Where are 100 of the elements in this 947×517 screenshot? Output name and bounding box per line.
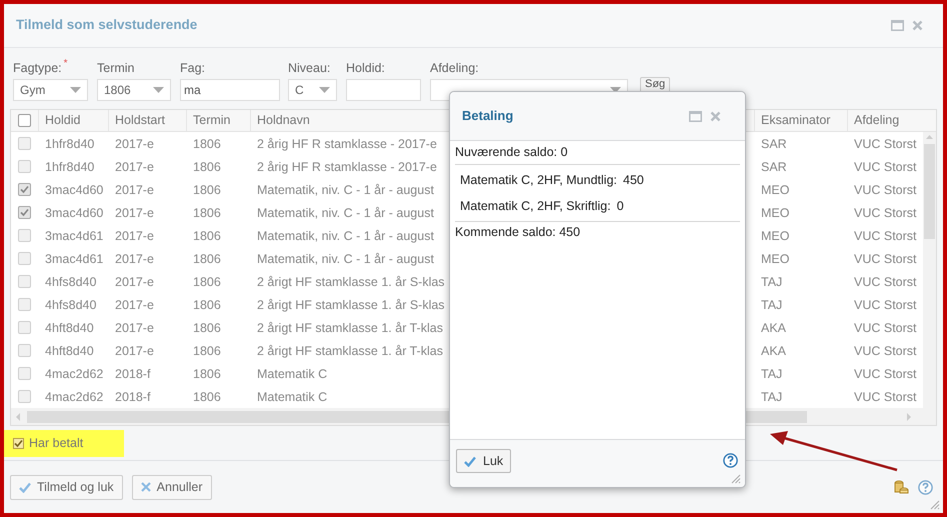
field-label: Fagtype: — [13, 60, 62, 77]
caret-icon — [70, 87, 81, 93]
table-cell: 1806 — [193, 390, 221, 404]
table-cell: 2 årigt HF stamklasse 1. år T-klas — [257, 344, 443, 358]
table-cell: Matematik, niv. C - 1 år - august — [257, 182, 434, 196]
checkbox[interactable] — [18, 114, 31, 127]
help-icon[interactable] — [918, 480, 933, 494]
resize-grip-icon[interactable] — [930, 500, 940, 510]
column-header[interactable]: Holdid — [38, 110, 108, 131]
close-icon[interactable] — [912, 20, 923, 31]
checkbox[interactable] — [18, 183, 31, 196]
checkbox[interactable] — [18, 206, 31, 219]
table-cell: Matematik C — [257, 366, 328, 380]
table-cell: 2017-e — [115, 228, 154, 242]
table-cell: TAJ — [761, 298, 782, 312]
table-cell: TAJ — [761, 390, 782, 404]
table-cell: 4mac2d62 — [45, 366, 104, 380]
checkbox[interactable] — [18, 229, 31, 242]
column-header[interactable]: Eksaminator — [754, 110, 847, 131]
help-icon[interactable] — [723, 453, 738, 468]
checkbox[interactable] — [18, 160, 31, 173]
paid-checkbox-highlight[interactable]: Har betalt — [4, 430, 124, 456]
check-icon — [464, 456, 476, 466]
table-cell: 2017-e — [115, 206, 154, 220]
table-cell: 2017-e — [115, 344, 154, 358]
fee-label: Matematik C, 2HF, Skriftlig: — [460, 198, 611, 215]
dropdown[interactable]: C — [288, 79, 337, 101]
table-cell: MEO — [761, 228, 790, 242]
check-icon — [19, 482, 31, 492]
checkbox[interactable] — [18, 275, 31, 288]
checkbox[interactable] — [18, 321, 31, 334]
scroll-right-icon[interactable] — [906, 412, 912, 420]
table-cell: VUC Storst — [854, 228, 917, 242]
checkbox[interactable] — [13, 438, 24, 448]
window-title: Tilmeld som selvstuderende — [16, 16, 198, 34]
table-cell: AKA — [761, 320, 786, 334]
close-button[interactable]: Luk — [456, 449, 512, 473]
enroll-button[interactable]: Tilmeld og luk — [10, 474, 123, 500]
cancel-button[interactable]: Annuller — [132, 474, 212, 500]
table-cell: 2017-e — [115, 252, 154, 266]
table-cell: MEO — [761, 206, 790, 220]
balance-text: Kommende saldo: 450 — [455, 224, 580, 241]
table-cell: 2 årig HF R stamklasse - 2017-e — [257, 160, 437, 174]
table-cell: 2017-e — [115, 160, 154, 174]
maximize-icon[interactable] — [891, 20, 904, 31]
table-cell: VUC Storst — [854, 298, 917, 312]
close-icon[interactable] — [710, 110, 721, 122]
input-field[interactable] — [346, 79, 421, 101]
vertical-scrollbar[interactable] — [923, 132, 936, 408]
field-label: Niveau: — [288, 60, 330, 77]
table-cell: 1806 — [193, 206, 221, 220]
checkbox[interactable] — [18, 137, 31, 150]
table-cell: 4hft8d40 — [45, 344, 94, 358]
maximize-icon[interactable] — [689, 110, 702, 122]
table-cell: AKA — [761, 344, 786, 358]
table-cell: 1hfr8d40 — [45, 136, 94, 150]
coins-icon[interactable] — [893, 479, 909, 495]
table-cell: 2017-e — [115, 298, 154, 312]
table-cell: VUC Storst — [854, 320, 917, 334]
checkbox[interactable] — [18, 298, 31, 311]
table-cell: Matematik, niv. C - 1 år - august — [257, 206, 434, 220]
table-cell: 4hfs8d40 — [45, 298, 96, 312]
table-cell: 2017-e — [115, 182, 154, 196]
column-header[interactable]: Termin — [186, 110, 250, 131]
caret-icon — [153, 87, 164, 93]
checkbox[interactable] — [18, 390, 31, 403]
dropdown[interactable]: 1806 — [97, 79, 171, 101]
table-cell: 1806 — [193, 228, 221, 242]
table-cell: 3mac4d60 — [45, 182, 104, 196]
checkbox[interactable] — [18, 344, 31, 357]
table-cell: VUC Storst — [854, 366, 917, 380]
table-cell: 1806 — [193, 160, 221, 174]
table-cell: VUC Storst — [854, 274, 917, 288]
table-cell: 2018-f — [115, 390, 150, 404]
table-cell: 4hft8d40 — [45, 320, 94, 334]
column-header[interactable]: Afdeling — [847, 110, 918, 131]
table-cell: 1806 — [193, 274, 221, 288]
checkbox[interactable] — [18, 252, 31, 265]
column-header[interactable]: Holdstart — [108, 110, 186, 131]
table-cell: VUC Storst — [854, 136, 917, 150]
dropdown[interactable]: Gym — [13, 79, 88, 101]
scroll-left-icon[interactable] — [15, 412, 21, 420]
input-field[interactable]: ma — [180, 79, 280, 101]
table-cell: Matematik, niv. C - 1 år - august — [257, 252, 434, 266]
table-cell: 2 årigt HF stamklasse 1. år S-klas — [257, 274, 445, 288]
table-cell: 2 årig HF R stamklasse - 2017-e — [257, 136, 437, 150]
dialog-title: Betaling — [462, 107, 514, 126]
fee-amount: 450 — [623, 172, 644, 189]
table-cell: Matematik C — [257, 390, 328, 404]
table-cell: TAJ — [761, 274, 782, 288]
table-cell: 3mac4d61 — [45, 228, 104, 242]
table-cell: 2017-e — [115, 136, 154, 150]
resize-grip-icon[interactable] — [731, 474, 741, 484]
checkbox[interactable] — [18, 367, 31, 380]
scroll-up-icon[interactable] — [926, 135, 933, 140]
table-cell: 1806 — [193, 252, 221, 266]
table-cell: 1806 — [193, 366, 221, 380]
table-cell: SAR — [761, 136, 787, 150]
table-cell: 4mac2d62 — [45, 390, 104, 404]
table-cell: SAR — [761, 160, 787, 174]
